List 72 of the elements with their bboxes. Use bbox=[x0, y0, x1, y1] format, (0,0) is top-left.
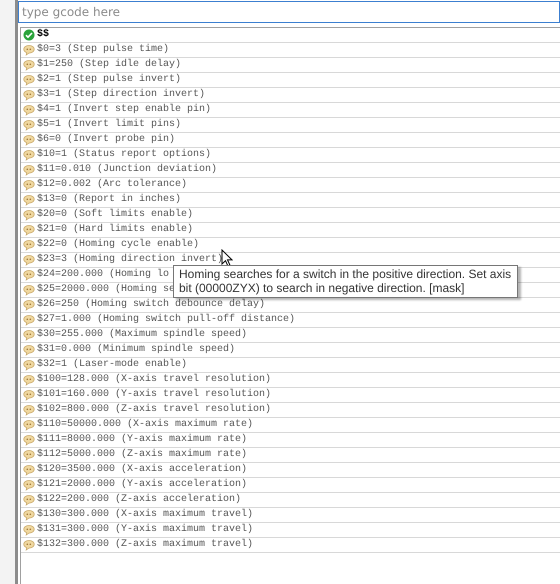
command-text: $$ bbox=[37, 28, 50, 42]
speech-bubble-icon bbox=[23, 179, 35, 191]
setting-line: $3=1 (Step direction invert) bbox=[37, 88, 206, 102]
speech-bubble-icon bbox=[23, 314, 35, 326]
speech-bubble-icon bbox=[23, 254, 35, 266]
speech-bubble-icon bbox=[23, 134, 35, 146]
setting-line: $4=1 (Invert step enable pin) bbox=[37, 103, 212, 117]
speech-bubble-icon bbox=[23, 149, 35, 161]
speech-bubble-icon bbox=[23, 419, 35, 431]
setting-line: $13=0 (Report in inches) bbox=[37, 193, 182, 207]
speech-bubble-icon bbox=[23, 464, 35, 476]
speech-bubble-icon bbox=[23, 374, 35, 386]
speech-bubble-icon bbox=[23, 509, 35, 521]
setting-line: $20=0 (Soft limits enable) bbox=[37, 208, 194, 222]
mouse-pointer-icon bbox=[221, 249, 233, 267]
speech-bubble-icon bbox=[23, 389, 35, 401]
speech-bubble-icon bbox=[23, 494, 35, 506]
speech-bubble-icon bbox=[23, 239, 35, 251]
setting-line: $100=128.000 (X-axis travel resolution) bbox=[37, 373, 272, 387]
speech-bubble-icon bbox=[23, 224, 35, 236]
setting-line: $121=2000.000 (Y-axis acceleration) bbox=[37, 478, 248, 492]
setting-line: $132=300.000 (Z-axis maximum travel) bbox=[37, 538, 254, 552]
speech-bubble-icon bbox=[23, 344, 35, 356]
speech-bubble-icon bbox=[23, 104, 35, 116]
speech-bubble-icon bbox=[23, 329, 35, 341]
speech-bubble-icon bbox=[23, 59, 35, 71]
setting-line: $2=1 (Step pulse invert) bbox=[37, 73, 182, 87]
setting-line: $0=3 (Step pulse time) bbox=[37, 43, 170, 57]
setting-line: $11=0.010 (Junction deviation) bbox=[37, 163, 218, 177]
setting-line: $122=200.000 (Z-axis acceleration) bbox=[37, 493, 242, 507]
setting-line: $110=50000.000 (X-axis maximum rate) bbox=[37, 418, 254, 432]
speech-bubble-icon bbox=[23, 299, 35, 311]
setting-line: $120=3500.000 (X-axis acceleration) bbox=[37, 463, 248, 477]
command-field[interactable]: type gcode here bbox=[18, 1, 560, 23]
speech-bubble-icon bbox=[23, 44, 35, 56]
setting-line: $32=1 (Laser-mode enable) bbox=[37, 358, 188, 372]
speech-bubble-icon bbox=[23, 434, 35, 446]
speech-bubble-icon bbox=[23, 359, 35, 371]
setting-line: $111=8000.000 (Y-axis maximum rate) bbox=[37, 433, 248, 447]
speech-bubble-icon bbox=[23, 194, 35, 206]
setting-line: $130=300.000 (X-axis maximum travel) bbox=[37, 508, 254, 522]
speech-bubble-icon bbox=[23, 164, 35, 176]
setting-line: $5=1 (Invert limit pins) bbox=[37, 118, 182, 132]
speech-bubble-icon bbox=[23, 524, 35, 536]
setting-line: $10=1 (Status report options) bbox=[37, 148, 212, 162]
setting-line: $22=0 (Homing cycle enable) bbox=[37, 238, 200, 252]
speech-bubble-icon bbox=[23, 449, 35, 461]
speech-bubble-icon bbox=[23, 479, 35, 491]
tooltip: Homing searches for a switch in the positive direction. Set axis bit (00000ZYX) to search in negative direction. [mask] bbox=[173, 265, 518, 298]
setting-line: $101=160.000 (Y-axis travel resolution) bbox=[37, 388, 272, 402]
setting-line: $12=0.002 (Arc tolerance) bbox=[37, 178, 188, 192]
speech-bubble-icon bbox=[23, 209, 35, 221]
check-icon bbox=[23, 29, 35, 41]
setting-line: $21=0 (Hard limits enable) bbox=[37, 223, 194, 237]
speech-bubble-icon bbox=[23, 119, 35, 131]
setting-line: $6=0 (Invert probe pin) bbox=[37, 133, 176, 147]
speech-bubble-icon bbox=[23, 284, 35, 296]
setting-line: $23=3 (Homing direction invert) bbox=[37, 253, 224, 267]
speech-bubble-icon bbox=[23, 404, 35, 416]
speech-bubble-icon bbox=[23, 89, 35, 101]
setting-line: $30=255.000 (Maximum spindle speed) bbox=[37, 328, 248, 342]
setting-line: $112=5000.000 (Z-axis maximum rate) bbox=[37, 448, 248, 462]
speech-bubble-icon bbox=[23, 539, 35, 551]
setting-line: $131=300.000 (Y-axis maximum travel) bbox=[37, 523, 254, 537]
setting-line: $31=0.000 (Minimum spindle speed) bbox=[37, 343, 236, 357]
speech-bubble-icon bbox=[23, 74, 35, 86]
setting-line: $1=250 (Step idle delay) bbox=[37, 58, 182, 72]
setting-line: $27=1.000 (Homing switch pull-off distance) bbox=[37, 313, 296, 327]
setting-line: $102=800.000 (Z-axis travel resolution) bbox=[37, 403, 272, 417]
setting-line: $26=250 (Homing switch debounce delay) bbox=[37, 298, 266, 312]
speech-bubble-icon bbox=[23, 269, 35, 281]
setting-line: $24=200.000 (Homing lo bbox=[37, 268, 170, 282]
